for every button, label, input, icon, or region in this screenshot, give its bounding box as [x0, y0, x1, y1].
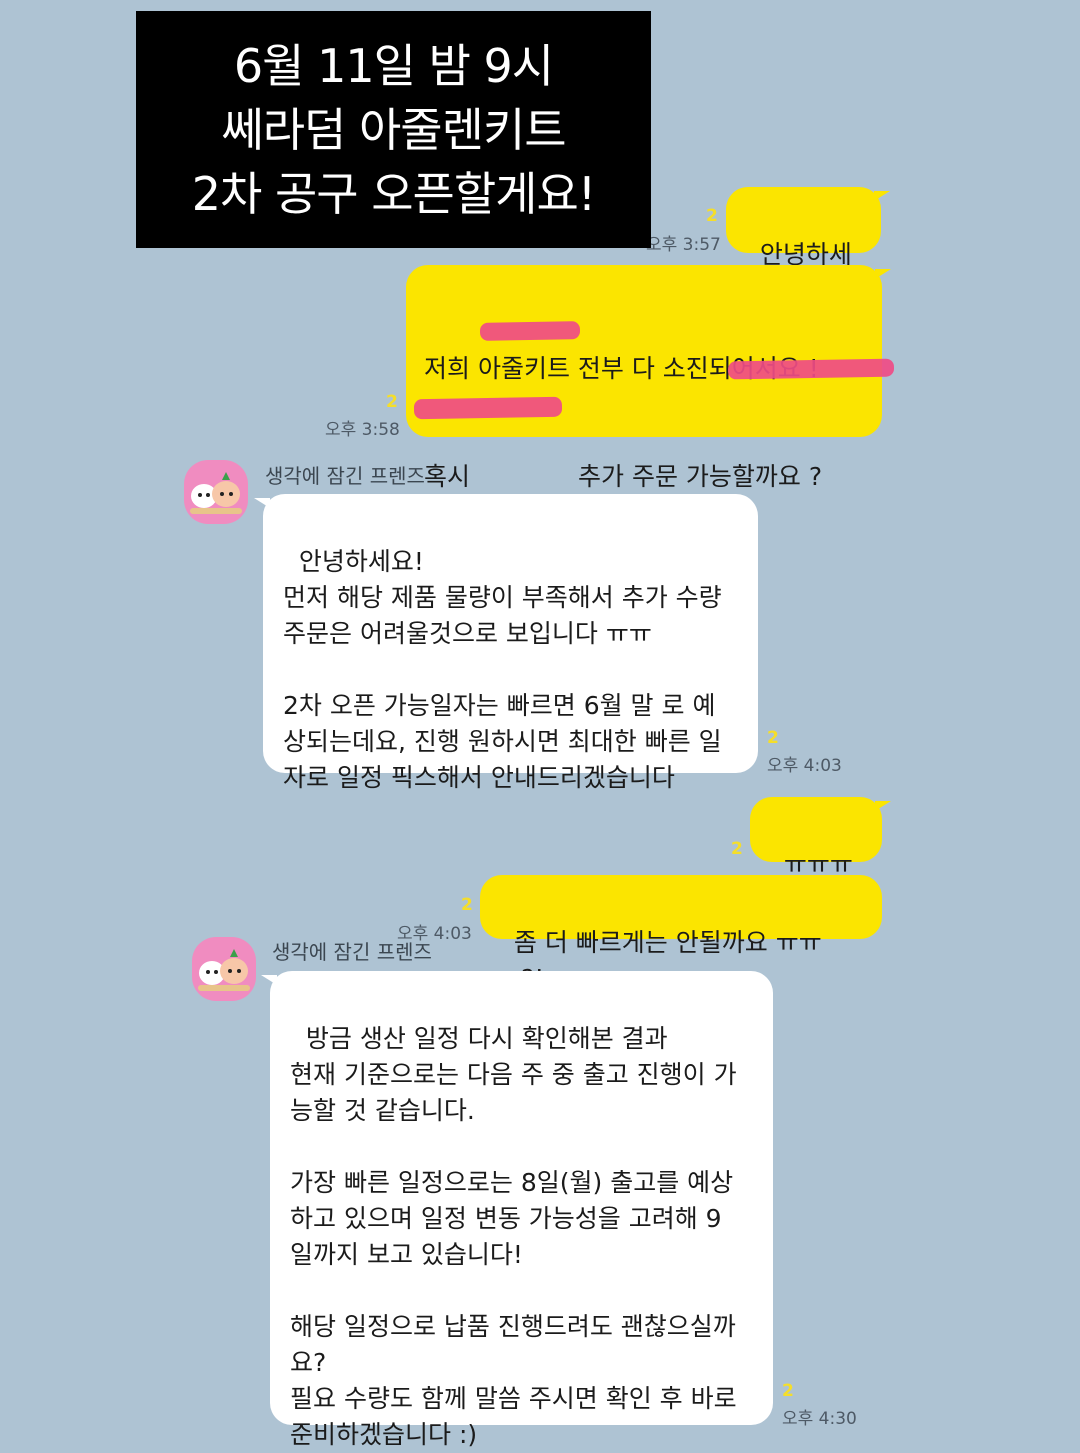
redaction-mark [413, 396, 563, 420]
read-count: 2 [461, 895, 473, 915]
overlay-line-1: 6월 11일 밤 9시 [233, 38, 554, 93]
my-message-bubble[interactable]: 안녕하세요 [726, 187, 890, 305]
character-icon [190, 472, 242, 514]
message-time: 오후 3:57 [646, 235, 721, 255]
their-message-bubble[interactable]: 안녕하세요! 먼저 해당 제품 물량이 부족해서 추가 수량 주문은 어려울것으… [254, 494, 758, 792]
message-line-start: 혹시 [424, 462, 471, 491]
character-icon [198, 949, 250, 991]
read-count: 2 [386, 392, 398, 412]
message-text: 안녕하세요! 먼저 해당 제품 물량이 부족해서 추가 수량 주문은 어려울것으… [283, 547, 722, 792]
read-count: 2 [706, 206, 718, 226]
sender-name: 생각에 잠긴 프렌즈 [265, 464, 425, 488]
my-message-bubble[interactable]: 좀 더 빠르게는 안될까요 ㅠㅠㅠ?! [480, 875, 882, 993]
overlay-line-2: 쎄라덤 아줄렌키트 [221, 102, 566, 157]
message-line-end: 추가 주문 가능할까요 ? [578, 462, 823, 491]
sender-name: 생각에 잠긴 프렌즈 [272, 940, 432, 964]
message-time: 오후 4:03 [767, 756, 842, 776]
redaction-mark [479, 321, 581, 341]
message-time: 오후 3:58 [325, 420, 400, 440]
their-message-bubble[interactable]: 방금 생산 일정 다시 확인해본 결과 현재 기준으로는 다음 주 중 출고 진… [261, 971, 773, 1449]
friend-avatar[interactable] [184, 460, 248, 524]
message-line: 혹시 추가 주문 가능할까요 ? [424, 459, 864, 495]
read-count: 2 [782, 1381, 794, 1401]
friend-avatar[interactable] [192, 937, 256, 1001]
read-count: 2 [767, 728, 779, 748]
overlay-line-3: 2차 공구 오픈할게요! [191, 166, 597, 221]
title-overlay: 6월 11일 밤 9시 쎄라덤 아줄렌키트 2차 공구 오픈할게요! [136, 11, 651, 248]
message-text: 방금 생산 일정 다시 확인해본 결과 현재 기준으로는 다음 주 중 출고 진… [290, 1024, 737, 1449]
read-count: 2 [731, 839, 743, 859]
redaction-mark [727, 358, 895, 380]
my-message-bubble[interactable]: ㅠㅠㅠㅠ [750, 797, 891, 915]
message-time: 오후 4:30 [782, 1409, 857, 1429]
